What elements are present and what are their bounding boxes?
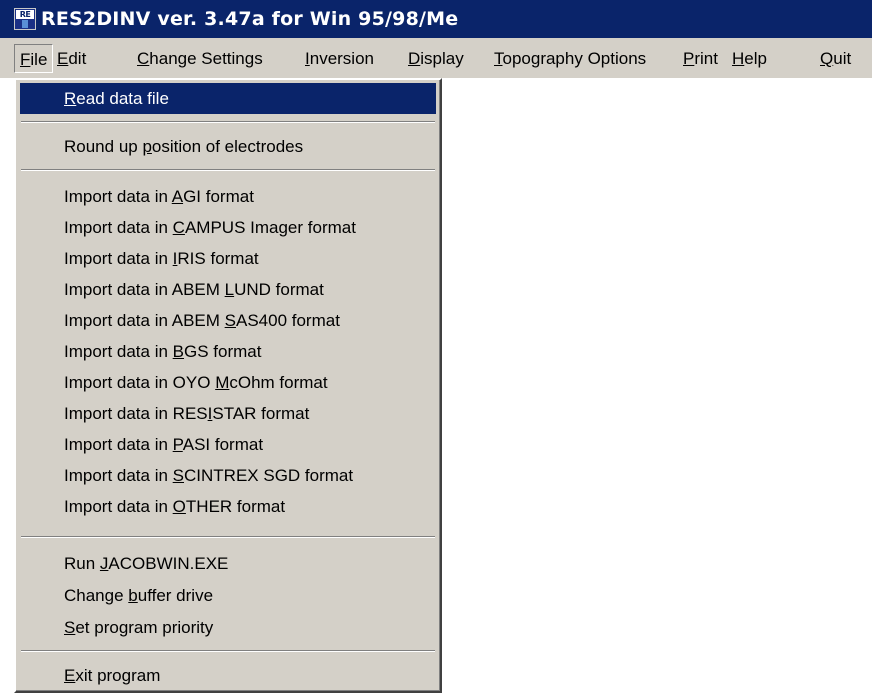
app-logo-icon[interactable]: RE: [14, 8, 36, 30]
menu-topography-options[interactable]: Topography Options: [489, 44, 651, 73]
menu-item-import-agi[interactable]: Import data in AGI format: [20, 181, 436, 212]
menu-item-import-oyo-mcohm[interactable]: Import data in OYO McOhm format: [20, 367, 436, 398]
menu-item-import-abem-sas400[interactable]: Import data in ABEM SAS400 format: [20, 305, 436, 336]
menu-item-exit-program[interactable]: Exit program: [20, 660, 436, 691]
menu-bar: File Edit Change Settings Inversion Disp…: [0, 38, 872, 78]
menu-separator: [21, 121, 435, 123]
title-bar: RE RES2DINV ver. 3.47a for Win 95/98/Me: [0, 0, 872, 38]
menu-item-change-buffer-drive[interactable]: Change buffer drive: [20, 580, 436, 611]
menu-file[interactable]: File: [14, 44, 54, 73]
menu-separator: [21, 536, 435, 538]
menu-item-import-iris[interactable]: Import data in IRIS format: [20, 243, 436, 274]
menu-print[interactable]: Print: [678, 44, 723, 73]
menu-help[interactable]: Help: [727, 44, 772, 73]
menu-item-run-jacobwin[interactable]: Run JACOBWIN.EXE: [20, 548, 436, 579]
menu-display[interactable]: Display: [403, 44, 469, 73]
menu-separator: [21, 169, 435, 171]
menu-change-settings[interactable]: Change Settings: [132, 44, 268, 73]
menu-item-import-abem-lund[interactable]: Import data in ABEM LUND format: [20, 274, 436, 305]
menu-item-set-program-priority[interactable]: Set program priority: [20, 612, 436, 643]
menu-item-import-scintrex-sgd[interactable]: Import data in SCINTREX SGD format: [20, 460, 436, 491]
menu-item-round-up-position[interactable]: Round up position of electrodes: [20, 131, 436, 162]
app-logo-figure: [22, 20, 28, 28]
menu-inversion[interactable]: Inversion: [300, 44, 379, 73]
menu-item-import-bgs[interactable]: Import data in BGS format: [20, 336, 436, 367]
menu-separator: [21, 650, 435, 652]
file-menu-dropdown: Read data file Round up position of elec…: [14, 78, 442, 693]
window-title: RES2DINV ver. 3.47a for Win 95/98/Me: [41, 8, 459, 30]
menu-item-import-campus[interactable]: Import data in CAMPUS Imager format: [20, 212, 436, 243]
menu-item-import-resistar[interactable]: Import data in RESISTAR format: [20, 398, 436, 429]
menu-quit[interactable]: Quit: [815, 44, 856, 73]
menu-item-import-pasi[interactable]: Import data in PASI format: [20, 429, 436, 460]
menu-edit[interactable]: Edit: [52, 44, 91, 73]
app-logo-text: RE: [16, 10, 34, 19]
menu-item-read-data-file[interactable]: Read data file: [20, 83, 436, 114]
menu-item-import-other[interactable]: Import data in OTHER format: [20, 491, 436, 522]
